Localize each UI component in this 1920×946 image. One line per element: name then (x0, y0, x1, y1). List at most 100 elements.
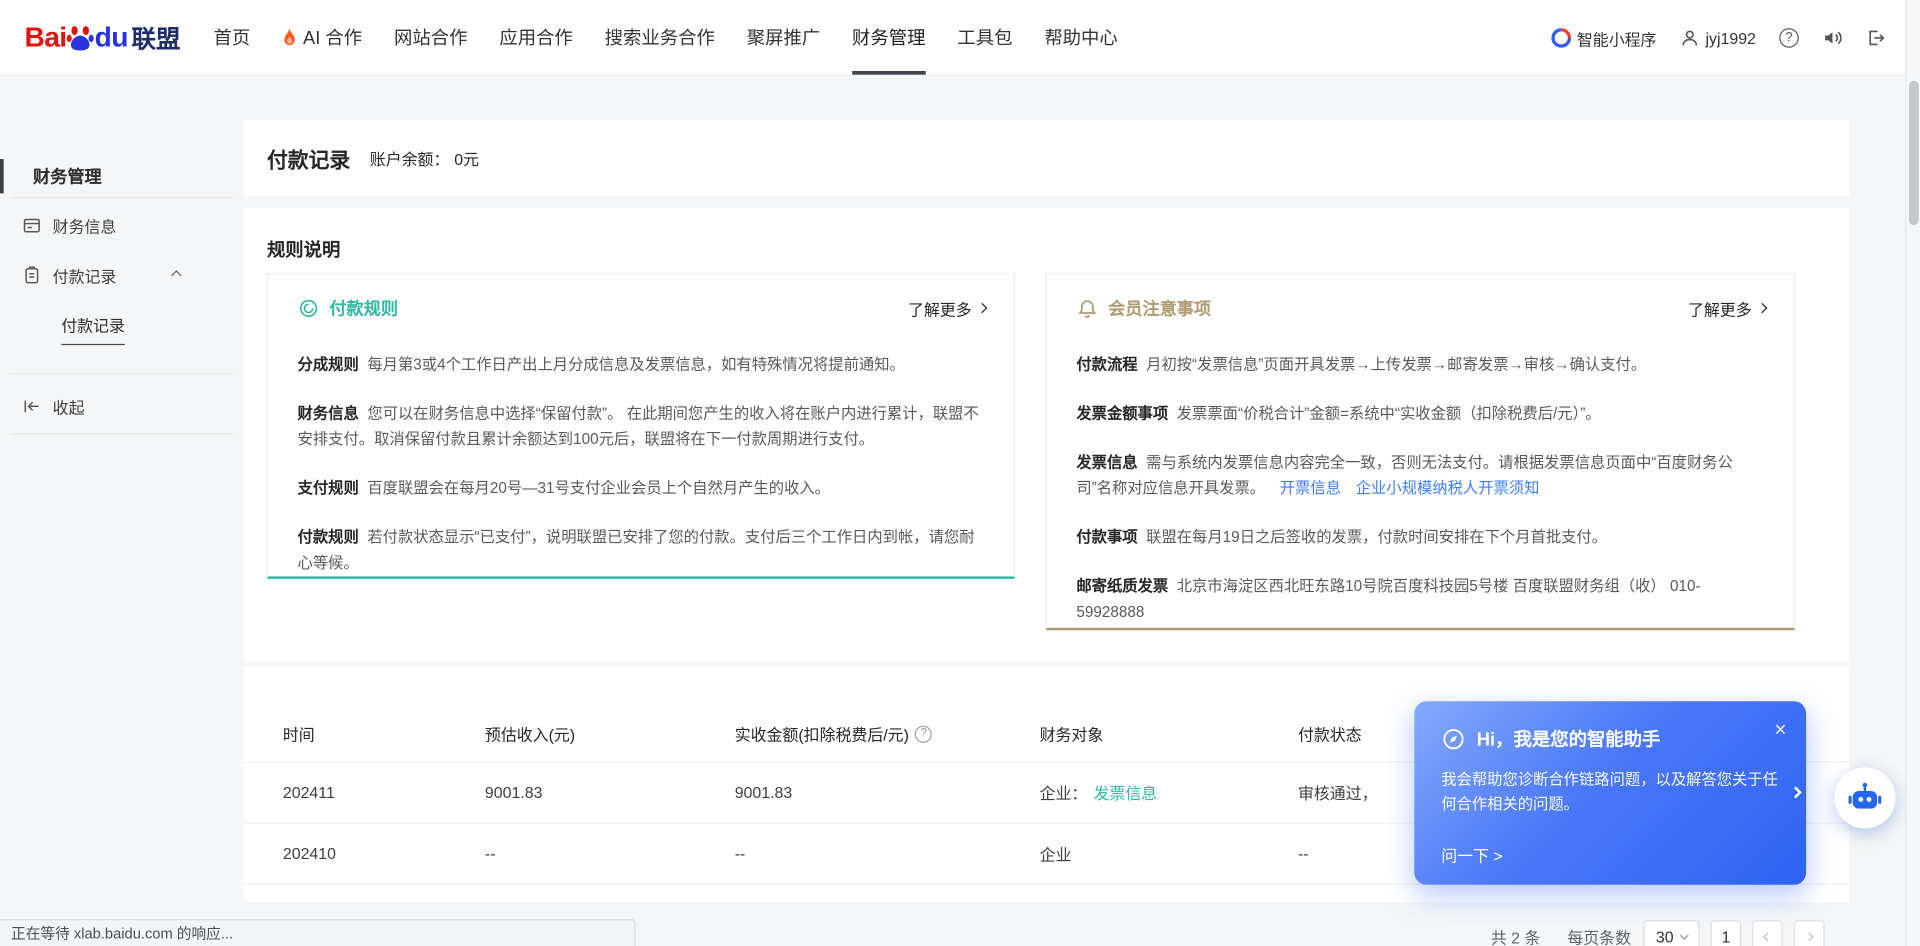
close-icon[interactable]: × (1774, 720, 1786, 741)
help-icon[interactable]: ? (1779, 28, 1799, 48)
payment-records-icon (22, 266, 42, 286)
sidebar-divider (10, 373, 233, 374)
payment-rules-card: 付款规则 了解更多 分成规则每月第3或4个工作日产出上月分成信息及发票信息，如有… (267, 273, 1015, 579)
rule-item: 付款事项联盟在每月19日之后签收的发票，付款时间安排在下个月首批支付。 (1076, 525, 1764, 551)
chevron-left-icon (1763, 932, 1772, 941)
user-icon (1680, 28, 1700, 48)
scrollbar-track[interactable] (1905, 0, 1920, 946)
nav-item-ai-cooperation[interactable]: AI 合作 (266, 0, 378, 75)
ask-assistant-link[interactable]: 问一下 > (1441, 843, 1502, 866)
member-notes-card: 会员注意事项 了解更多 付款流程月初按“发票信息”页面开具发票→上传发票→邮寄发… (1046, 273, 1795, 630)
nav-item-finance-management[interactable]: 财务管理 (836, 0, 941, 75)
card-title: 付款规则 (329, 296, 398, 320)
balance-label: 账户余额： (370, 146, 450, 169)
rules-section-title: 规则说明 (267, 236, 340, 262)
topbar-right: 智能小程序 jyj1992 ? (1551, 0, 1886, 76)
rule-item: 付款流程月初按“发票信息”页面开具发票→上传发票→邮寄发票→审核→确认支付。 (1076, 352, 1764, 378)
nav-item-website-cooperation[interactable]: 网站合作 (378, 0, 483, 75)
page-size-label: 每页条数 (1567, 925, 1631, 946)
chevron-right-icon (976, 304, 986, 314)
rule-item: 分成规则每月第3或4个工作日产出上月分成信息及发票信息，如有特殊情况将提前通知。 (298, 352, 985, 378)
logout-icon[interactable] (1866, 28, 1886, 48)
compass-icon (1441, 726, 1465, 750)
rule-item-label: 邮寄纸质发票 (1076, 578, 1168, 595)
finance-info-icon (22, 215, 42, 235)
sound-icon[interactable] (1822, 28, 1843, 48)
sidebar-item-finance-info[interactable]: 财务信息 (0, 213, 244, 237)
rule-item: 支付规则百度联盟会在每月20号—31号支付企业会员上个自然月产生的收入。 (298, 476, 985, 502)
sidebar-collapse-button[interactable]: 收起 (0, 394, 244, 418)
baidu-union-logo[interactable]: Bai du 联盟 (24, 20, 180, 55)
nav-item-home[interactable]: 首页 (198, 0, 267, 75)
smart-mini-program-link[interactable]: 智能小程序 (1551, 26, 1656, 49)
rule-item-label: 付款规则 (298, 529, 359, 546)
logo-text-du: du (95, 21, 128, 54)
rule-item-text: 若付款状态显示“已支付”，说明联盟已安排了您的付款。支付后三个工作日内到帐，请您… (298, 529, 975, 572)
cell-estimated: 9001.83 (485, 761, 735, 822)
page-title: 付款记录 (267, 143, 350, 174)
rule-item-label: 支付规则 (298, 480, 359, 497)
rule-item-text: 百度联盟会在每月20号—31号支付企业会员上个自然月产生的收入。 (367, 480, 830, 497)
member-notes-icon (1076, 297, 1098, 319)
cell-estimated: -- (485, 822, 735, 883)
scrollbar-thumb[interactable] (1909, 81, 1919, 225)
page-header-panel: 付款记录 账户余额： 0元 (244, 120, 1849, 196)
col-header-time: 时间 (244, 707, 485, 761)
sidebar-divider (10, 433, 233, 434)
next-page-button[interactable] (1794, 920, 1825, 946)
col-header-estimated-income: 预估收入(元) (485, 707, 735, 761)
sidebar-item-payment-records[interactable]: 付款记录 (0, 263, 244, 287)
balance-value: 0元 (454, 146, 479, 169)
flame-icon (282, 28, 298, 46)
rule-item-label: 发票金额事项 (1076, 405, 1168, 422)
sidebar-subitem-payment-records[interactable]: 付款记录 (0, 313, 244, 345)
page-number-button[interactable]: 1 (1711, 920, 1742, 946)
learn-more-link[interactable]: 了解更多 (908, 297, 985, 320)
sidebar: 财务管理 财务信息 付款记录 付款记录 收起 (0, 76, 244, 946)
nav-item-search-cooperation[interactable]: 搜索业务合作 (589, 0, 731, 75)
assistant-popup: Hi，我是您的智能助手 × 我会帮助您诊断合作链路问题，以及解答您关于任何合作相… (1414, 701, 1806, 885)
rule-item-label: 发票信息 (1076, 454, 1137, 471)
invoice-info-table-link[interactable]: 发票信息 (1093, 784, 1157, 802)
collapse-icon (22, 397, 42, 417)
pagination-total: 共 2 条 (1491, 925, 1541, 946)
assistant-body: 我会帮助您诊断合作链路问题，以及解答您关于任何合作相关的问题。 (1441, 767, 1791, 816)
rule-item-text: 发票票面“价税合计”金额=系统中“实收金额（扣除税费后/元）”。 (1177, 405, 1601, 422)
cell-actual: 9001.83 (735, 761, 1040, 822)
logo-text-union: 联盟 (132, 20, 181, 55)
invoice-info-link[interactable]: 开票信息 (1280, 480, 1341, 497)
column-help-icon[interactable]: ? (915, 725, 932, 742)
mini-program-icon (1551, 28, 1571, 48)
main-nav: 首页 AI 合作 网站合作 应用合作 搜索业务合作 聚屏推广 财务管理 工具包 … (198, 0, 1134, 75)
col-header-actual-amount: 实收金额(扣除税费后/元)? (735, 707, 1040, 761)
pagination: 共 2 条 每页条数 30 1 (1491, 920, 1825, 946)
rule-item-label: 付款流程 (1076, 356, 1137, 373)
small-taxpayer-invoice-guide-link[interactable]: 企业小规模纳税人开票须知 (1356, 480, 1540, 497)
prev-page-button[interactable] (1752, 920, 1783, 946)
learn-more-link[interactable]: 了解更多 (1688, 297, 1765, 320)
cell-actual: -- (735, 822, 1040, 883)
assistant-robot-button[interactable] (1834, 767, 1895, 828)
chevron-down-icon (1680, 931, 1689, 940)
card-title: 会员注意事项 (1108, 296, 1211, 320)
nav-item-app-cooperation[interactable]: 应用合作 (483, 0, 588, 75)
rule-item: 财务信息您可以在财务信息中选择“保留付款”。 在此期间您产生的收入将在账户内进行… (298, 401, 985, 452)
browser-status-bubble: 正在等待 xlab.baidu.com 的响应... (0, 919, 636, 946)
nav-item-toolkit[interactable]: 工具包 (941, 0, 1028, 75)
nav-item-help-center[interactable]: 帮助中心 (1028, 0, 1133, 75)
assistant-header: Hi，我是您的智能助手 × (1414, 701, 1806, 751)
user-account[interactable]: jyj1992 (1680, 28, 1756, 48)
app-root: Bai du 联盟 首页 AI 合作 网站合作 应用合作 搜索业务合作 聚屏推广… (0, 0, 1920, 946)
nav-item-screen-promotion[interactable]: 聚屏推广 (731, 0, 836, 75)
collapse-assistant-icon[interactable] (1790, 786, 1802, 798)
cell-time: 202411 (244, 761, 485, 822)
rule-item-text: 联盟在每月19日之后签收的发票，付款时间安排在下个月首批支付。 (1146, 529, 1607, 546)
card-header: 付款规则 了解更多 (298, 296, 985, 320)
col-header-finance-entity: 财务对象 (1040, 707, 1298, 761)
sidebar-section-finance-management[interactable]: 财务管理 (0, 162, 244, 191)
rule-item-text: 您可以在财务信息中选择“保留付款”。 在此期间您产生的收入将在账户内进行累计，联… (298, 405, 979, 448)
rule-item-label: 付款事项 (1076, 529, 1137, 546)
payment-rules-icon (298, 297, 320, 319)
page-size-select[interactable]: 30 (1643, 920, 1699, 946)
rule-item: 邮寄纸质发票北京市海淀区西北旺东路10号院百度科技园5号楼 百度联盟财务组（收）… (1076, 574, 1764, 625)
